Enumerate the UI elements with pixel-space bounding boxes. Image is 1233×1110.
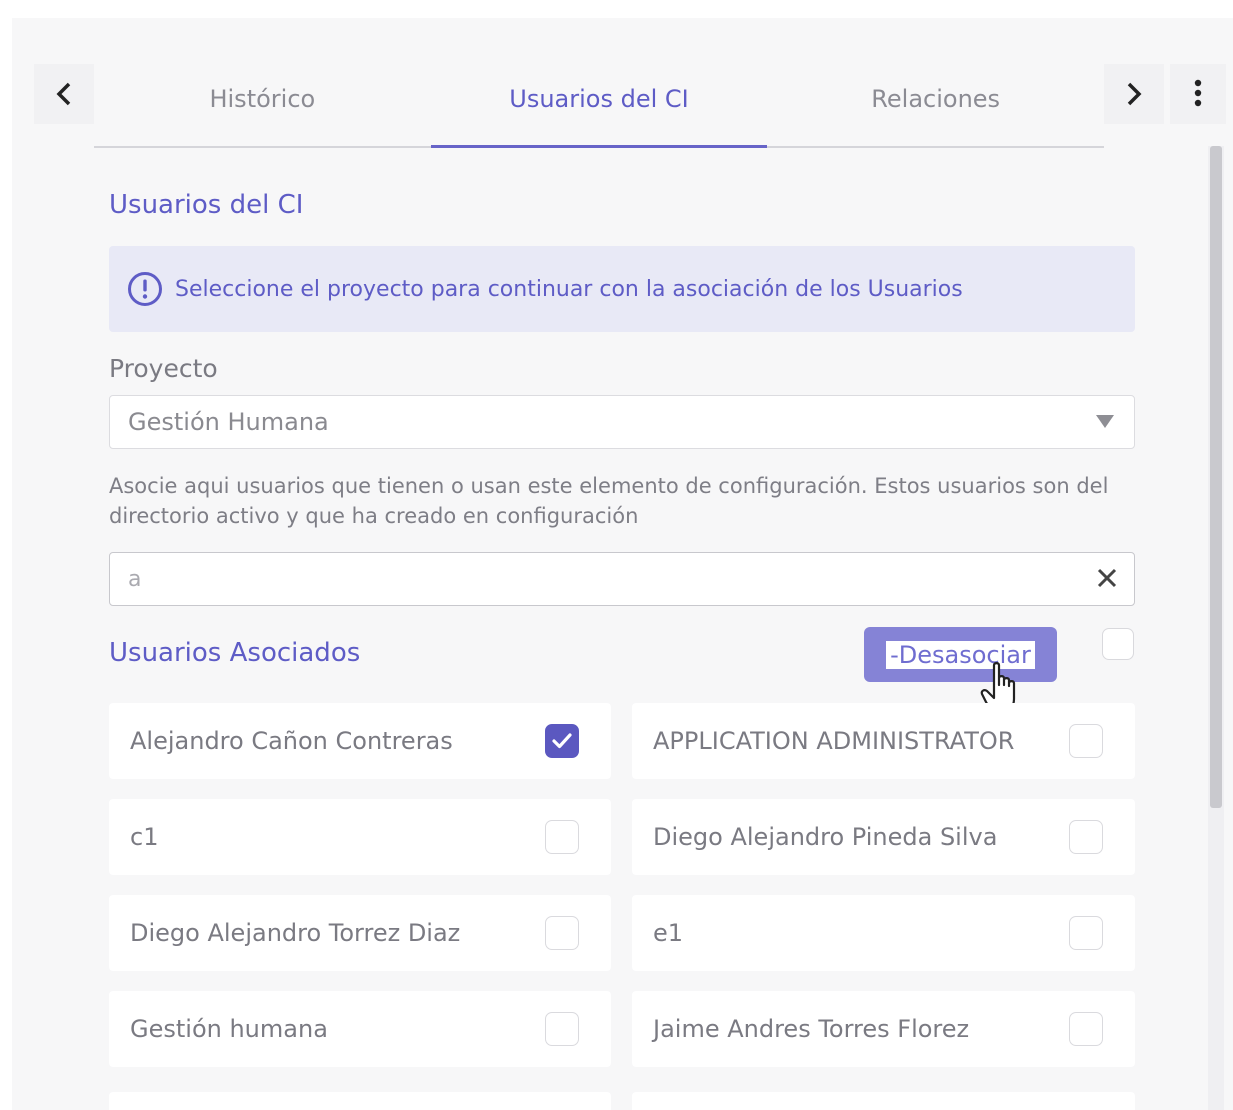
chevron-left-icon	[56, 82, 71, 106]
user-card[interactable]: c1	[109, 799, 611, 875]
user-checkbox[interactable]	[1069, 1012, 1103, 1046]
user-name: Alejandro Cañon Contreras	[130, 727, 453, 755]
user-card[interactable]: Gestión humana	[109, 991, 611, 1067]
user-checkbox[interactable]	[1069, 916, 1103, 950]
user-name: e1	[653, 919, 684, 947]
user-checkbox[interactable]	[545, 1012, 579, 1046]
tabs-prev-button[interactable]	[34, 64, 94, 124]
section-title: Usuarios del CI	[109, 190, 304, 220]
select-all-checkbox[interactable]	[1102, 628, 1134, 660]
ci-users-panel: Histórico Usuarios del CI Relaciones Usu…	[12, 18, 1233, 1110]
user-card[interactable]: Jaime Andres Torres Florez	[632, 991, 1135, 1067]
user-name: Diego Alejandro Torrez Diaz	[130, 919, 461, 947]
tab-relaciones[interactable]: Relaciones	[767, 64, 1104, 146]
user-checkbox[interactable]	[545, 724, 579, 758]
exclamation-circle-icon	[128, 272, 162, 306]
project-select-value: Gestión Humana	[128, 408, 329, 436]
users-grid: Alejandro Cañon Contreras APPLICATION AD…	[109, 703, 1136, 1067]
more-options-button[interactable]	[1170, 64, 1226, 124]
user-card[interactable]: Diego Alejandro Torrez Diaz	[109, 895, 611, 971]
checkmark-icon	[552, 733, 572, 749]
user-checkbox[interactable]	[1069, 724, 1103, 758]
info-banner: Seleccione el proyecto para continuar co…	[109, 246, 1135, 332]
user-name: c1	[130, 823, 159, 851]
project-select[interactable]: Gestión Humana	[109, 395, 1135, 449]
help-text: Asocie aqui usuarios que tienen o usan e…	[109, 474, 1109, 528]
close-icon[interactable]	[1094, 565, 1120, 591]
user-checkbox[interactable]	[545, 916, 579, 950]
user-search-input[interactable]	[126, 561, 1070, 597]
user-card[interactable]: Alejandro Cañon Contreras	[109, 703, 611, 779]
chevron-right-icon	[1127, 82, 1142, 106]
user-name: Jaime Andres Torres Florez	[653, 1015, 970, 1043]
user-card[interactable]: Diego Alejandro Pineda Silva	[632, 799, 1135, 875]
user-search-field	[109, 552, 1135, 606]
scrollbar-thumb[interactable]	[1210, 146, 1222, 808]
more-vertical-icon	[1194, 79, 1202, 107]
tab-bar: Histórico Usuarios del CI Relaciones	[94, 64, 1104, 148]
user-card[interactable]: e1	[632, 895, 1135, 971]
user-name: Diego Alejandro Pineda Silva	[653, 823, 998, 851]
user-name: APPLICATION ADMINISTRATOR	[653, 727, 1015, 755]
tabs-next-button[interactable]	[1104, 64, 1164, 124]
user-card-partial[interactable]	[632, 1092, 1135, 1110]
user-card[interactable]: APPLICATION ADMINISTRATOR	[632, 703, 1135, 779]
user-checkbox[interactable]	[545, 820, 579, 854]
project-label: Proyecto	[109, 354, 218, 383]
tab-usuarios-del-ci[interactable]: Usuarios del CI	[430, 64, 768, 148]
user-card-partial[interactable]	[109, 1092, 611, 1110]
associated-users-title: Usuarios Asociados	[109, 638, 361, 668]
user-name: Gestión humana	[130, 1015, 328, 1043]
tab-historico[interactable]: Histórico	[94, 64, 431, 146]
info-message: Seleccione el proyecto para continuar co…	[175, 276, 963, 302]
caret-down-icon	[1096, 415, 1114, 428]
user-checkbox[interactable]	[1069, 820, 1103, 854]
